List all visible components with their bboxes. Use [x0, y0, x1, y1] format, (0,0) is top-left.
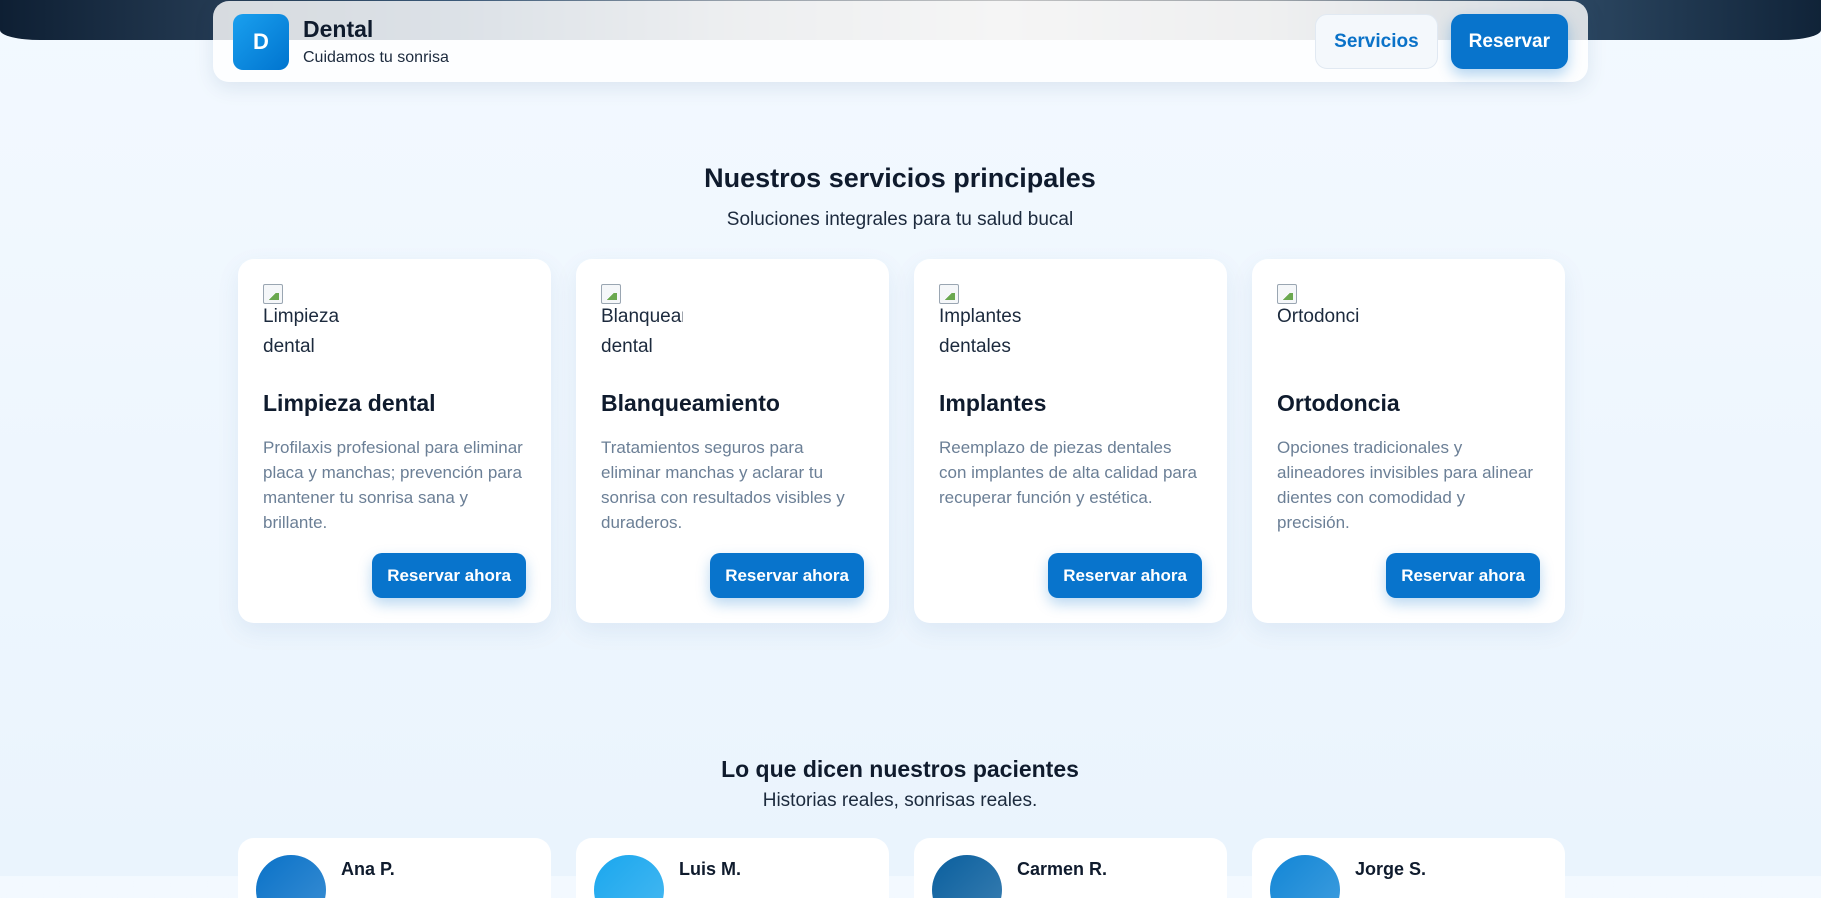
avatar	[256, 855, 326, 898]
avatar	[932, 855, 1002, 898]
patient-name: Ana P.	[341, 859, 395, 879]
services-grid: Limpieza dental Limpieza dental Profilax…	[238, 259, 1565, 623]
service-image-broken: Limpieza dental	[263, 284, 345, 358]
avatar	[1270, 855, 1340, 898]
testimonial-card: Ana P.	[238, 838, 551, 898]
book-now-button[interactable]: Reservar ahora	[372, 553, 526, 598]
testimonials-grid: Ana P. Luis M. Carmen R. Jorge S.	[238, 838, 1565, 898]
broken-image-icon	[1277, 284, 1297, 304]
testimonials-title: Lo que dicen nuestros pacientes	[721, 756, 1079, 782]
brand-block: Dental Cuidamos tu sonrisa	[303, 16, 449, 67]
testimonial-card: Jorge S.	[1252, 838, 1565, 898]
services-nav-button[interactable]: Servicios	[1315, 14, 1438, 69]
patient-name: Luis M.	[679, 859, 741, 879]
testimonial-card: Luis M.	[576, 838, 889, 898]
testimonials-subtitle: Historias reales, sonrisas reales.	[762, 790, 1038, 811]
book-now-button[interactable]: Reservar ahora	[1386, 553, 1540, 598]
image-alt-text: Ortodoncia	[1277, 306, 1359, 327]
service-image-broken: Implantes dentales	[939, 284, 1021, 358]
service-image-broken: Blanqueamiento dental	[601, 284, 683, 358]
service-image-broken: Ortodoncia	[1277, 284, 1359, 358]
service-description: Tratamientos seguros para eliminar manch…	[601, 438, 845, 532]
service-card-blanqueamiento: Blanqueamiento dental Blanqueamiento Tra…	[576, 259, 889, 623]
book-button[interactable]: Reservar	[1450, 14, 1568, 69]
testimonial-card: Carmen R.	[914, 838, 1227, 898]
broken-image-icon	[939, 284, 959, 304]
service-card-limpieza: Limpieza dental Limpieza dental Profilax…	[238, 259, 551, 623]
services-subtitle: Soluciones integrales para tu salud buca…	[726, 209, 1074, 230]
patient-name: Jorge S.	[1355, 859, 1427, 879]
image-alt-text: Implantes dentales	[939, 306, 1021, 357]
logo-badge[interactable]: D	[233, 13, 289, 70]
broken-image-icon	[601, 284, 621, 304]
brand-name[interactable]: Dental	[303, 16, 449, 43]
patient-name: Carmen R.	[1017, 859, 1108, 879]
service-title: Blanqueamiento	[601, 390, 780, 416]
service-description: Profilaxis profesional para eliminar pla…	[263, 438, 523, 532]
brand-tagline: Cuidamos tu sonrisa	[303, 49, 449, 66]
service-description: Reemplazo de piezas dentales con implant…	[939, 438, 1197, 507]
image-alt-text: Limpieza dental	[263, 306, 340, 357]
avatar	[594, 855, 664, 898]
book-now-button[interactable]: Reservar ahora	[1048, 553, 1202, 598]
broken-image-icon	[263, 284, 283, 304]
services-title: Nuestros servicios principales	[704, 163, 1096, 193]
service-title: Limpieza dental	[263, 390, 436, 416]
service-card-implantes: Implantes dentales Implantes Reemplazo d…	[914, 259, 1227, 623]
site-header: D Dental Cuidamos tu sonrisa Servicios R…	[213, 1, 1588, 82]
image-alt-text: Blanqueamiento dental	[601, 306, 683, 357]
service-title: Implantes	[939, 390, 1047, 416]
service-title: Ortodoncia	[1277, 390, 1400, 416]
header-nav: Servicios Reservar	[1315, 14, 1568, 69]
service-card-ortodoncia: Ortodoncia Ortodoncia Opciones tradicion…	[1252, 259, 1565, 623]
book-now-button[interactable]: Reservar ahora	[710, 553, 864, 598]
service-description: Opciones tradicionales y alineadores inv…	[1277, 438, 1534, 532]
